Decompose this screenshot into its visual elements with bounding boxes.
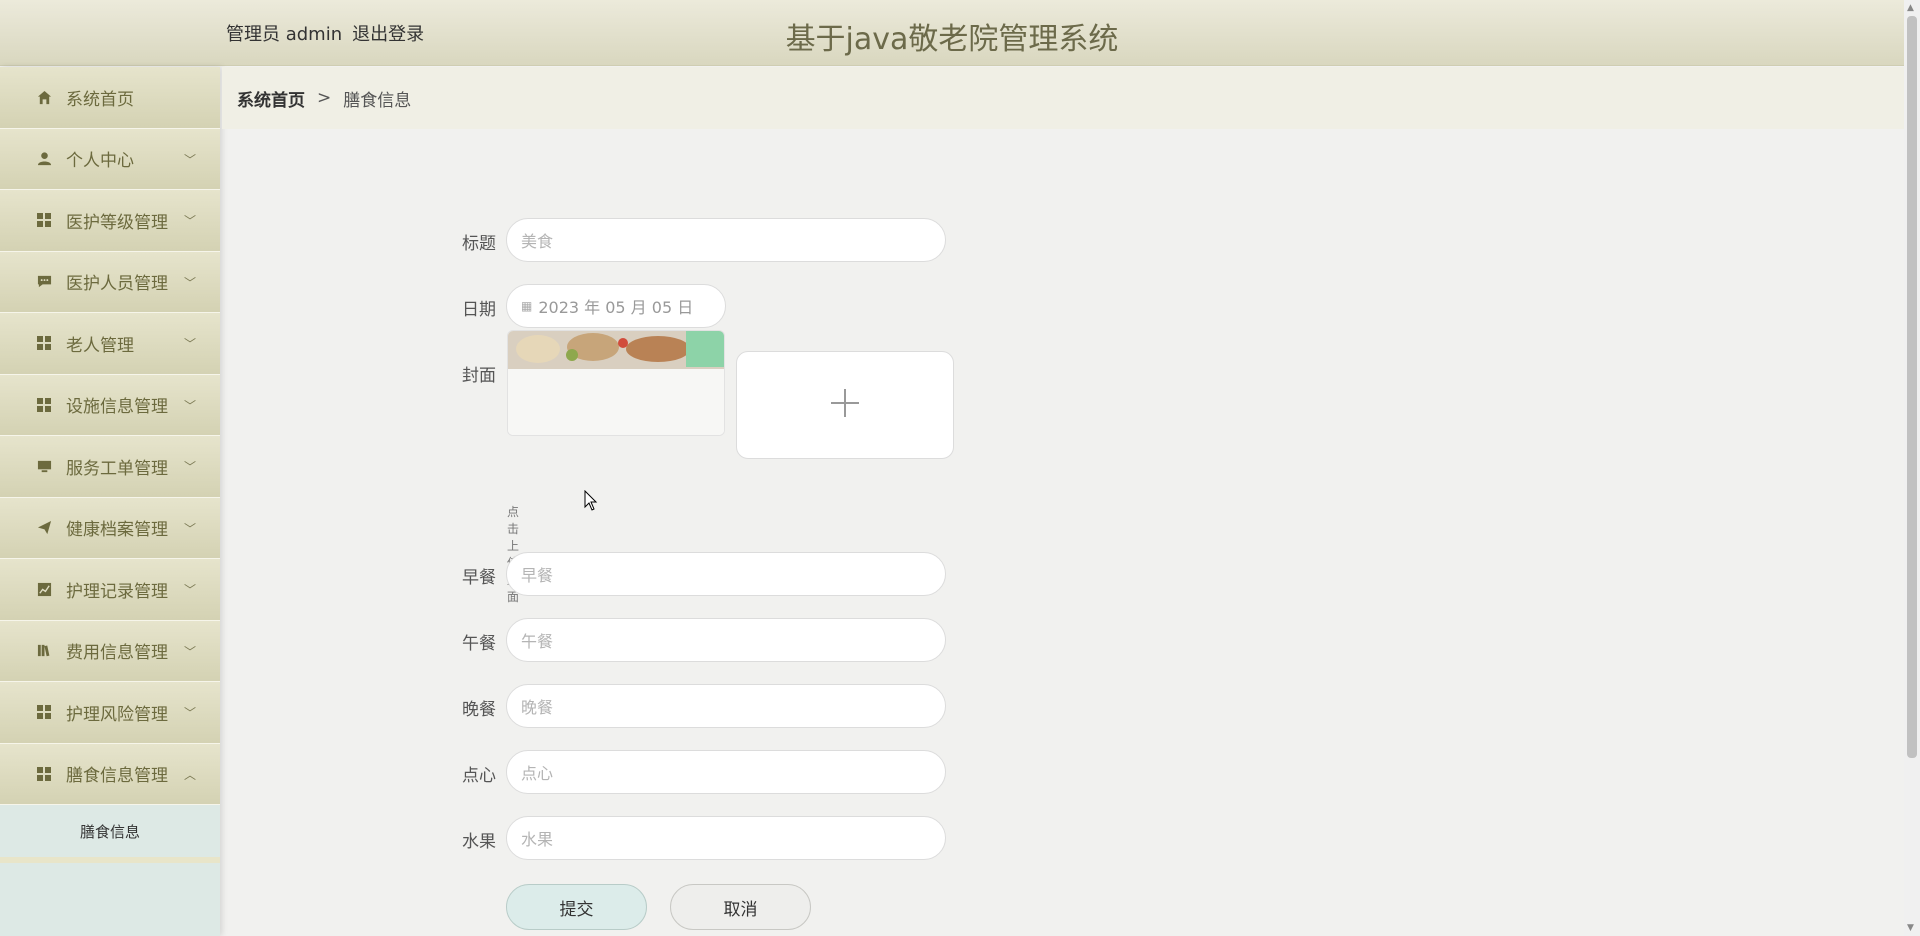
sidebar-item-health[interactable]: 健康档案管理 ﹀ [0,497,220,559]
sidebar-item-label: 膳食信息管理 [66,766,168,787]
dinner-label: 晚餐 [462,700,496,720]
sidebar-item-service[interactable]: 服务工单管理 ﹀ [0,436,220,498]
sidebar-item-label: 老人管理 [66,335,134,356]
sidebar-item-fees[interactable]: 费用信息管理 ﹀ [0,620,220,682]
sidebar-item-label: 费用信息管理 [66,643,168,664]
scroll-down-icon[interactable]: ▼ [1907,923,1914,933]
user-icon [36,151,52,167]
lunch-input[interactable]: 午餐 [506,618,946,662]
grid-icon [36,335,52,351]
date-picker[interactable]: ▦ 2023 年 05 月 05 日 [506,284,726,328]
chevron-down-icon: ﹀ [183,398,196,413]
monitor-icon [36,458,52,474]
breakfast-input[interactable]: 早餐 [506,552,946,596]
grid-icon [36,397,52,413]
calendar-icon: ▦ [521,299,533,313]
title-label: 标题 [462,234,496,254]
chevron-down-icon: ﹀ [183,583,196,597]
submit-button[interactable]: 提交 [506,884,647,930]
sidebar-item-label: 护理记录管理 [66,581,168,602]
chart-icon [36,581,52,597]
sidebar-item-elderly[interactable]: 老人管理 ﹀ [0,313,220,375]
cover-image-thumbnail[interactable] [507,330,725,436]
sidebar-item-label: 医护等级管理 [66,212,168,233]
date-value: 2023 年 05 月 05 日 [538,298,694,317]
cancel-button[interactable]: 取消 [670,884,811,930]
cover-upload-button[interactable] [736,351,954,459]
chevron-down-icon: ﹀ [183,460,196,474]
chevron-up-icon: ︿ [183,767,196,782]
fruit-placeholder: 水果 [521,830,554,849]
lunch-placeholder: 午餐 [521,632,554,651]
chevron-down-icon: ﹀ [183,644,196,659]
title-placeholder: 美食 [521,232,554,251]
sidebar-item-label: 个人中心 [66,151,134,172]
sidebar-item-diet[interactable]: 膳食信息管理 ︿ [0,743,220,805]
sidebar-item-label: 服务工单管理 [66,458,168,479]
breadcrumb-current: 膳食信息 [343,90,412,111]
cover-label: 封面 [462,366,496,386]
sidebar-item-profile[interactable]: 个人中心 ﹀ [0,128,220,190]
fruit-input[interactable]: 水果 [506,816,946,860]
title-input[interactable]: 美食 [506,218,946,262]
chevron-down-icon: ﹀ [183,152,196,167]
sidebar: 系统首页 个人中心 ﹀ 医护等级管理 ﹀ 医护人员管理 ﹀ 老人管理 ﹀ 设施信… [0,67,220,936]
chat-icon [36,274,52,290]
grid-icon [36,704,52,720]
sidebar-item-facility[interactable]: 设施信息管理 ﹀ [0,374,220,436]
chevron-down-icon: ﹀ [183,275,196,290]
app-title: 基于java敬老院管理系统 [785,22,1119,57]
lunch-label: 午餐 [462,634,496,654]
date-label: 日期 [462,300,496,320]
sidebar-item-care-level[interactable]: 医护等级管理 ﹀ [0,190,220,252]
breadcrumb-home[interactable]: 系统首页 [237,86,305,111]
grid-icon [36,766,52,782]
sidebar-item-label: 健康档案管理 [66,520,168,541]
snack-placeholder: 点心 [521,764,554,783]
chevron-down-icon: ﹀ [183,706,196,720]
chevron-down-icon: ﹀ [183,214,196,228]
breakfast-placeholder: 早餐 [521,566,554,585]
breakfast-label: 早餐 [462,568,496,588]
sidebar-item-label: 医护人员管理 [66,274,168,295]
chevron-down-icon: ﹀ [183,521,196,536]
fruit-label: 水果 [462,832,496,852]
sidebar-subitem-diet-info[interactable]: 膳食信息 [0,805,220,863]
breadcrumb: 系统首页 > 膳食信息 [222,67,1904,129]
dinner-input[interactable]: 晚餐 [506,684,946,728]
home-icon [36,89,52,105]
snack-input[interactable]: 点心 [506,750,946,794]
top-header: 管理员 admin 退出登录 基于java敬老院管理系统 [0,0,1904,66]
snack-label: 点心 [462,766,496,786]
scrollbar-thumb[interactable] [1907,16,1917,758]
chevron-down-icon: ﹀ [183,337,196,351]
sidebar-item-label: 设施信息管理 [66,397,168,418]
plus-icon [829,387,861,423]
dinner-placeholder: 晚餐 [521,698,554,717]
scroll-up-icon[interactable]: ▲ [1907,3,1914,13]
grid-icon [36,212,52,228]
sidebar-item-nursing-record[interactable]: 护理记录管理 ﹀ [0,559,220,621]
vertical-scrollbar[interactable]: ▲ ▼ [1904,0,1920,936]
sidebar-item-risk[interactable]: 护理风险管理 ﹀ [0,682,220,744]
breadcrumb-separator: > [317,88,332,108]
sidebar-item-label: 系统首页 [66,89,134,110]
sidebar-subitem-label: 膳食信息 [79,822,140,841]
books-icon [36,643,52,659]
send-icon [36,520,52,536]
sidebar-item-staff[interactable]: 医护人员管理 ﹀ [0,251,220,313]
sidebar-item-home[interactable]: 系统首页 [0,67,220,129]
mouse-cursor-icon [584,489,598,516]
sidebar-item-label: 护理风险管理 [66,704,168,725]
